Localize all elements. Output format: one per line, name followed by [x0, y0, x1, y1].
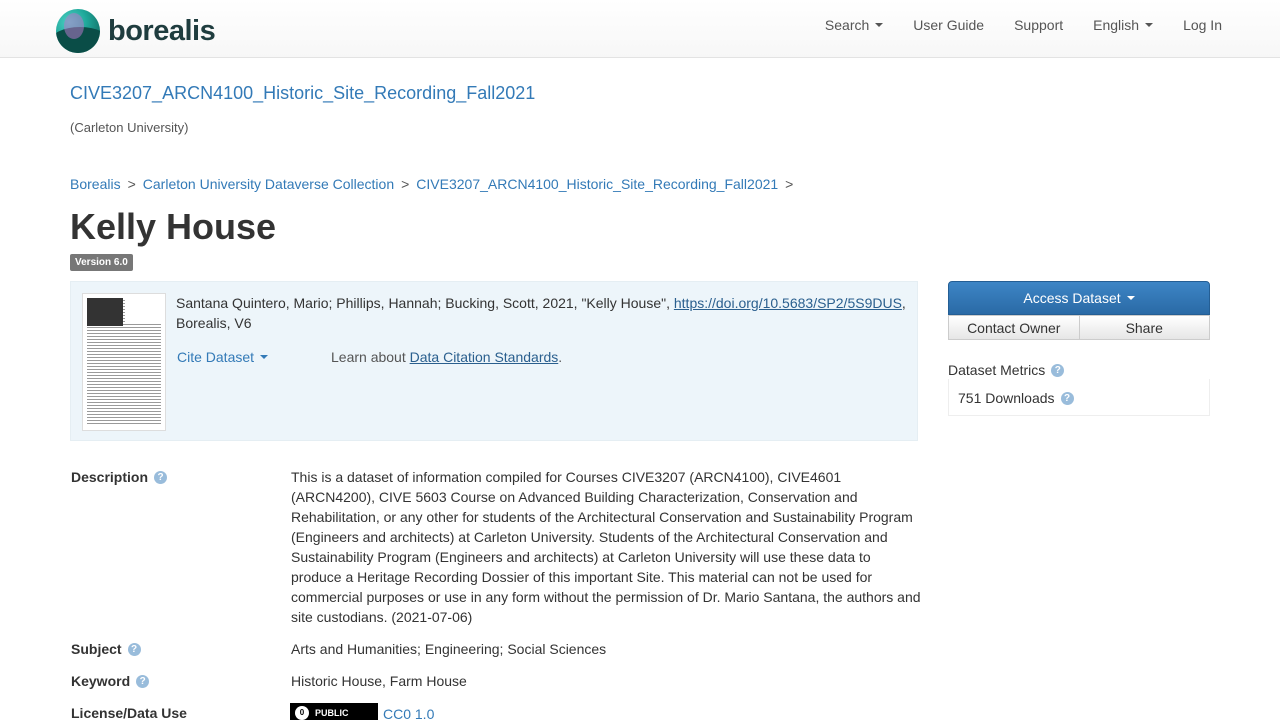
dataset-thumbnail[interactable]	[82, 293, 166, 431]
dataset-metrics-heading: Dataset Metrics ?	[948, 362, 1065, 378]
license-badge-text: PUBLIC	[315, 708, 349, 718]
nav-language-label: English	[1093, 17, 1140, 33]
nav-menu: Search User Guide Support English Log In	[795, 17, 1222, 33]
citation-authors: Santana Quintero, Mario; Phillips, Hanna…	[176, 295, 674, 311]
description-label: Description ?	[71, 469, 168, 485]
learn-about-prefix: Learn about	[331, 349, 410, 365]
help-icon[interactable]: ?	[1051, 363, 1065, 377]
data-citation-standards-link[interactable]: Data Citation Standards	[410, 349, 559, 365]
cc0-icon: 0	[295, 706, 309, 720]
license-link[interactable]: CC0 1.0	[383, 706, 434, 720]
help-icon[interactable]: ?	[154, 470, 168, 484]
learn-about-suffix: .	[558, 349, 563, 365]
keyword-value: Historic House, Farm House	[291, 673, 467, 689]
dataset-title: Kelly House	[70, 206, 277, 247]
version-badge: Version 6.0	[70, 254, 133, 271]
breadcrumb-carleton-collection[interactable]: Carleton University Dataverse Collection	[143, 176, 394, 192]
help-icon[interactable]: ?	[127, 642, 141, 656]
subject-label: Subject ?	[71, 641, 141, 657]
license-label-text: License/Data Use	[71, 705, 187, 720]
action-button-row: Contact Owner Share	[948, 315, 1210, 340]
access-dataset-label: Access Dataset	[1023, 290, 1121, 306]
license-label: License/Data Use	[71, 705, 187, 720]
learn-about-text: Learn about Data Citation Standards.	[331, 349, 562, 365]
navbar: borealis Search User Guide Support Engli…	[0, 0, 1280, 58]
document-preview-image	[87, 298, 161, 426]
doi-link[interactable]: https://doi.org/10.5683/SP2/5S9DUS	[674, 295, 902, 311]
collection-affiliation: (Carleton University)	[70, 120, 189, 135]
access-dataset-button[interactable]: Access Dataset	[948, 281, 1210, 315]
citation-box: Santana Quintero, Mario; Phillips, Hanna…	[70, 281, 918, 441]
cite-dataset-dropdown[interactable]: Cite Dataset	[177, 349, 269, 365]
breadcrumb-separator: >	[785, 176, 794, 192]
dataset-metrics-label: Dataset Metrics	[948, 362, 1046, 378]
nav-language-dropdown[interactable]: English	[1093, 17, 1154, 33]
caret-down-icon	[1145, 23, 1154, 27]
breadcrumb-separator: >	[127, 176, 136, 192]
subject-label-text: Subject	[71, 641, 122, 657]
thumbnail-photo	[87, 298, 123, 326]
description-label-text: Description	[71, 469, 149, 485]
cite-dataset-label: Cite Dataset	[177, 349, 255, 365]
caret-down-icon	[875, 23, 884, 27]
keyword-label-text: Keyword	[71, 673, 131, 689]
help-icon[interactable]: ?	[136, 674, 150, 688]
nav-search-label: Search	[824, 17, 870, 33]
nav-support[interactable]: Support	[1014, 17, 1063, 33]
keyword-label: Keyword ?	[71, 673, 150, 689]
brand-name: borealis	[108, 14, 216, 47]
aurora-logo-icon	[56, 9, 100, 53]
caret-down-icon	[1126, 296, 1135, 300]
description-value: This is a dataset of information compile…	[291, 469, 921, 625]
brand-logo[interactable]: borealis	[56, 9, 216, 53]
breadcrumb: Borealis > Carleton University Dataverse…	[70, 176, 800, 192]
help-icon[interactable]: ?	[1060, 391, 1074, 405]
nav-log-in-label: Log In	[1183, 17, 1222, 33]
cc0-license-badge[interactable]: 0 PUBLIC	[290, 703, 378, 720]
citation-text: Santana Quintero, Mario; Phillips, Hanna…	[176, 293, 911, 333]
downloads-count: 751 Downloads ?	[958, 390, 1074, 406]
nav-user-guide-label: User Guide	[913, 17, 985, 33]
breadcrumb-separator: >	[401, 176, 410, 192]
caret-down-icon	[260, 355, 269, 359]
contact-owner-button[interactable]: Contact Owner	[948, 315, 1079, 340]
collection-title-link[interactable]: CIVE3207_ARCN4100_Historic_Site_Recordin…	[70, 83, 535, 104]
breadcrumb-borealis[interactable]: Borealis	[70, 176, 121, 192]
subject-value: Arts and Humanities; Engineering; Social…	[291, 641, 607, 657]
nav-search-dropdown[interactable]: Search	[824, 17, 884, 33]
nav-user-guide[interactable]: User Guide	[913, 17, 984, 33]
share-button[interactable]: Share	[1078, 315, 1210, 340]
thumbnail-heading	[125, 300, 161, 324]
breadcrumb-course-collection[interactable]: CIVE3207_ARCN4100_Historic_Site_Recordin…	[416, 176, 778, 192]
nav-log-in[interactable]: Log In	[1183, 17, 1222, 33]
downloads-label: 751 Downloads	[958, 390, 1055, 406]
nav-support-label: Support	[1014, 17, 1064, 33]
